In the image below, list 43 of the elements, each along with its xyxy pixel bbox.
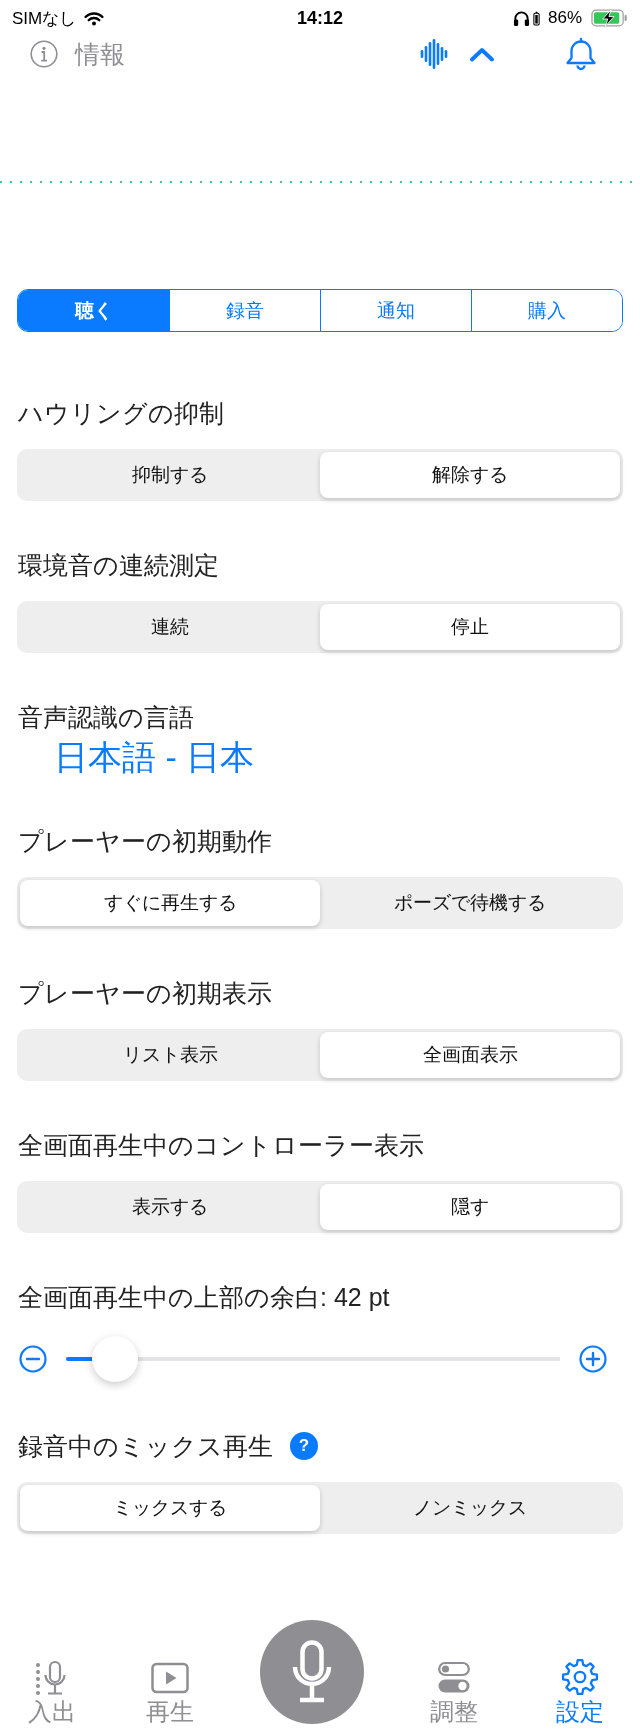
setting-title: 全画面再生中のコントローラー表示 [17,1130,424,1161]
language-value[interactable]: 日本語 - 日本 [54,737,255,777]
help-button[interactable]: ? [290,1432,318,1460]
chevron-up-icon[interactable] [469,46,495,62]
segment-option[interactable]: ポーズで待機する [320,880,620,926]
battery-icon [532,10,540,26]
segment-option[interactable]: リスト表示 [20,1032,320,1078]
bell-icon[interactable] [565,37,597,71]
segment-option[interactable]: ノンミックス [320,1485,620,1531]
setting-title: 音声認識の言語 [17,702,194,733]
setting-title: プレーヤーの初期動作 [17,826,272,857]
microphone-icon [292,1640,332,1704]
minus-circle-icon[interactable] [19,1345,47,1373]
tab[interactable]: 購入 [471,290,622,331]
setting-title: 全画面再生中の上部の余白: 42 pt [17,1282,390,1313]
plus-circle-icon[interactable] [579,1345,607,1373]
segment-option[interactable]: ミックスする [20,1485,320,1531]
waveform-icon[interactable] [419,39,449,69]
segment-option[interactable]: 表示する [20,1184,320,1230]
wifi-icon [84,10,105,26]
battery-charging-icon [591,9,628,27]
slider-thumb[interactable] [92,1336,139,1382]
battery-percentage: 86% [547,8,582,28]
setting-title: 録音中のミックス再生 [17,1431,273,1462]
segment-option[interactable]: 連続 [20,604,320,650]
setting-title: ハウリングの抑制 [17,398,224,429]
info-icon [30,40,58,68]
setting-title: プレーヤーの初期表示 [17,978,272,1009]
settings-icon [561,1658,599,1696]
segment-option[interactable]: すぐに再生する [20,880,320,926]
toggles-icon [438,1660,470,1696]
tab-bar-item[interactable]: 設定 [556,1658,604,1724]
segment-option[interactable]: 解除する [320,452,620,498]
segment-option[interactable]: 抑制する [20,452,320,498]
segment-option[interactable]: 停止 [320,604,620,650]
segment-option[interactable]: 全画面表示 [320,1032,620,1078]
carrier-label: SIMなし [12,7,77,30]
segment-option[interactable]: 隠す [320,1184,620,1230]
setting-title: 環境音の連続測定 [17,550,219,581]
clock-time: 14:12 [296,7,343,29]
headphones-icon [512,9,530,27]
play-screen-icon [151,1660,189,1696]
tab[interactable]: 聴く [18,290,169,331]
